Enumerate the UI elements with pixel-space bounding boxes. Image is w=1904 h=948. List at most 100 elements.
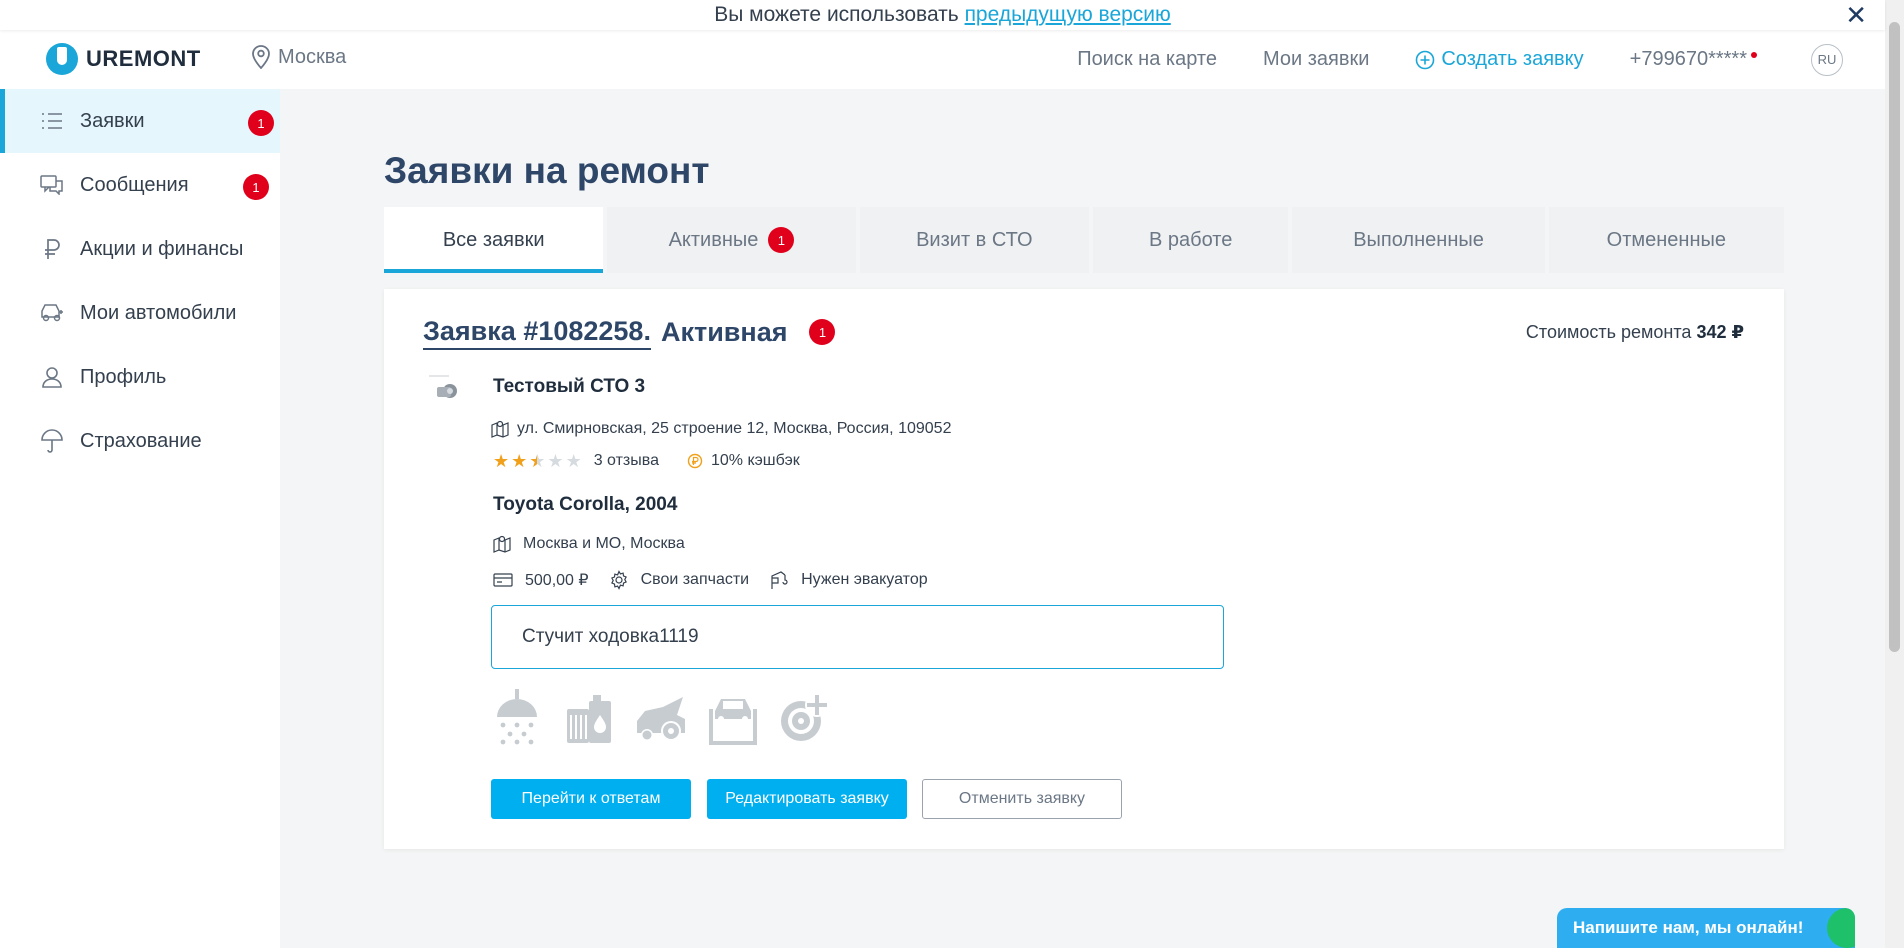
language-switcher[interactable]: RU: [1811, 43, 1843, 76]
rating-row: ★ ★ ★ ★ ★ 3 отзыва 10% кэшбэк: [493, 452, 800, 470]
map-icon: [493, 535, 511, 553]
tab-active[interactable]: Активные 1: [607, 207, 856, 273]
order-tabs: Все заявки Активные 1 Визит в СТО В рабо…: [384, 207, 1784, 273]
order-description: Стучит ходовка1119: [491, 605, 1224, 669]
sidebar-item-label: Сообщения: [80, 173, 189, 196]
tab-label: Активные: [668, 228, 759, 251]
sidebar-item-label: Профиль: [80, 365, 167, 388]
notice-text: Вы можете использовать: [714, 3, 965, 26]
repair-cost: Стоимость ремонта 342 ₽: [1526, 322, 1744, 343]
service-icons: [491, 689, 831, 745]
car-wash-icon: [497, 689, 537, 745]
order-card: Заявка #1082258. Активная 1 Стоимость ре…: [384, 289, 1784, 849]
cost-label: Стоимость ремонта: [1525, 322, 1697, 342]
tab-label: Отмененные: [1606, 228, 1726, 251]
star-full-icon: ★: [511, 451, 528, 471]
create-order-label: Создать заявку: [1441, 48, 1584, 70]
go-to-answers-button[interactable]: Перейти к ответам: [491, 779, 691, 819]
logo-icon: [46, 43, 78, 75]
scrollbar-thumb[interactable]: [1889, 22, 1900, 652]
lift-icon: [709, 699, 757, 745]
order-details-row: 500,00 ₽ Свои запчасти Нужен эвакуатор: [493, 570, 928, 590]
sidebar-item-finance[interactable]: Акции и финансы: [0, 217, 280, 281]
tab-all[interactable]: Все заявки: [384, 207, 604, 273]
tab-visit[interactable]: Визит в СТО: [859, 207, 1089, 273]
sidebar-item-cars[interactable]: Мои автомобили: [0, 281, 280, 345]
order-price: 500,00 ₽: [525, 572, 589, 589]
tab-label: В работе: [1149, 228, 1233, 251]
tab-label: Выполненные: [1353, 228, 1484, 251]
tab-in-progress[interactable]: В работе: [1092, 207, 1289, 273]
cancel-order-button[interactable]: Отменить заявку: [922, 779, 1122, 819]
oil-change-icon: [567, 695, 611, 743]
star-full-icon: ★: [493, 451, 510, 471]
sto-name[interactable]: Тестовый СТО 3: [493, 376, 645, 398]
chat-widget-button[interactable]: Напишите нам, мы онлайн!: [1557, 908, 1855, 948]
sidebar-item-profile[interactable]: Профиль: [0, 345, 280, 409]
location-pin-icon: [252, 45, 270, 69]
tire-service-icon: [781, 693, 829, 741]
order-number-link[interactable]: Заявка #1082258.: [423, 314, 651, 350]
previous-version-link[interactable]: предыдущую версию: [965, 3, 1171, 26]
sidebar-item-messages[interactable]: Сообщения 1: [0, 153, 280, 217]
orders-badge: 1: [248, 110, 274, 136]
plus-circle-icon: [1416, 50, 1435, 69]
edit-order-button[interactable]: Редактировать заявку: [707, 779, 907, 819]
star-empty-icon: ★: [565, 451, 582, 471]
phone-number: +799670*****: [1629, 48, 1747, 70]
user-icon: [40, 365, 64, 389]
card-icon: [493, 573, 513, 587]
tow-truck-icon: [771, 571, 788, 589]
messages-badge: 1: [243, 174, 269, 200]
my-orders-link[interactable]: Мои заявки: [1263, 48, 1369, 71]
order-region: Москва и МО, Москва: [523, 535, 685, 552]
tab-cancelled[interactable]: Отмененные: [1548, 207, 1784, 273]
phone-menu[interactable]: +799670*****: [1629, 48, 1757, 71]
active-tab-badge: 1: [768, 227, 795, 253]
page-scrollbar[interactable]: [1885, 0, 1904, 948]
gear-icon: [610, 570, 627, 590]
car-icon: [40, 301, 64, 325]
cashback-icon: [687, 453, 703, 469]
sidebar-item-insurance[interactable]: Страхование: [0, 409, 280, 473]
list-icon: [40, 109, 64, 133]
sidebar-item-label: Мои автомобили: [80, 301, 237, 324]
star-empty-icon: ★: [547, 451, 564, 471]
tab-label: Визит в СТО: [916, 228, 1033, 251]
sidebar-item-label: Заявки: [80, 109, 145, 132]
header: UREMONT Москва Поиск на карте Мои заявки…: [0, 30, 1885, 89]
sidebar-item-orders[interactable]: Заявки 1: [0, 89, 280, 153]
logo[interactable]: UREMONT: [46, 43, 201, 75]
order-badge: 1: [809, 319, 836, 345]
close-icon[interactable]: ✕: [1845, 0, 1867, 30]
page-title: Заявки на ремонт: [384, 150, 710, 191]
chat-icon: [40, 173, 64, 197]
map-search-link[interactable]: Поиск на карте: [1077, 48, 1217, 71]
sto-address: ул. Смирновская, 25 строение 12, Москва,…: [517, 420, 952, 437]
notification-dot: [1751, 52, 1757, 58]
map-icon: [491, 420, 509, 438]
chat-widget-label: Напишите нам, мы онлайн!: [1573, 918, 1804, 937]
create-order-link[interactable]: Создать заявку: [1415, 48, 1584, 71]
sidebar-item-label: Страхование: [80, 429, 202, 452]
car-name: Toyota Corolla, 2004: [493, 494, 678, 515]
sidebar: Заявки 1 Сообщения 1 Акции и финансы Мои…: [0, 89, 280, 948]
address-row: ул. Смирновская, 25 строение 12, Москва,…: [491, 420, 951, 438]
reviews-count[interactable]: 3 отзыва: [594, 452, 659, 470]
cashback-text: 10% кэшбэк: [710, 452, 800, 469]
order-status: Активная: [660, 316, 788, 347]
city-selector[interactable]: Москва: [252, 45, 346, 69]
parts-info: Свои запчасти: [640, 571, 750, 588]
sidebar-item-label: Акции и финансы: [80, 237, 244, 260]
car-body-icon: [637, 697, 685, 741]
cost-value: 342 ₽: [1696, 322, 1744, 342]
city-name: Москва: [278, 45, 347, 68]
umbrella-icon: [40, 429, 64, 453]
tow-info: Нужен эвакуатор: [801, 571, 928, 588]
logo-text: UREMONT: [86, 46, 201, 71]
rating-stars: ★ ★ ★ ★ ★: [493, 452, 582, 470]
top-nav: Поиск на карте Мои заявки Создать заявку…: [1077, 30, 1885, 89]
sto-photo-placeholder-icon: [427, 373, 463, 401]
tab-completed[interactable]: Выполненные: [1292, 207, 1545, 273]
previous-version-notice: Вы можете использовать предыдущую версию…: [0, 0, 1885, 30]
